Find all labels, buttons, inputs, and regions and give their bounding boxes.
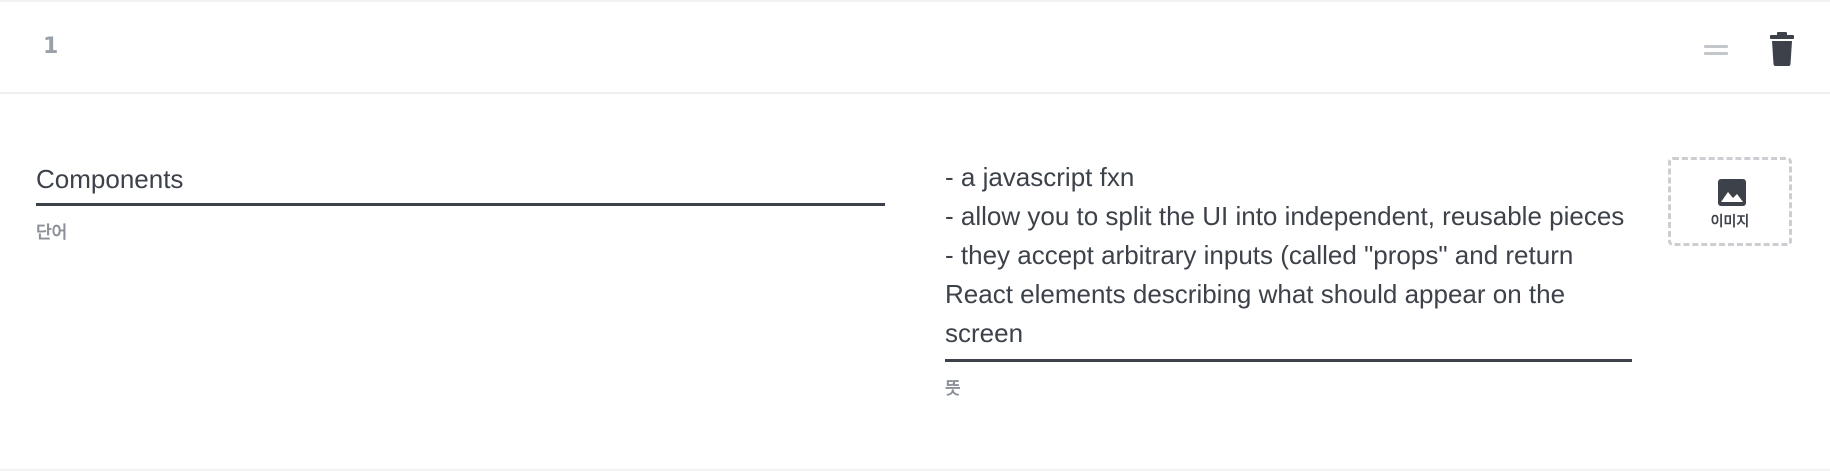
term-input[interactable]: Components xyxy=(36,160,885,199)
definition-field[interactable]: - a javascript fxn - allow you to split … xyxy=(945,158,1632,399)
term-field[interactable]: Components 단어 xyxy=(36,160,885,243)
trash-icon xyxy=(1770,32,1794,66)
card-header: 1 xyxy=(0,2,1830,94)
drag-handle-icon[interactable] xyxy=(1702,38,1730,62)
image-icon xyxy=(1718,179,1746,206)
definition-underline xyxy=(945,359,1632,362)
term-underline xyxy=(36,203,885,206)
definition-label: 뜻 xyxy=(945,379,961,399)
delete-card-button[interactable] xyxy=(1768,32,1796,66)
flashcard-editor-card: 1 Components 단어 - a javascript fxn - all… xyxy=(0,0,1830,471)
card-index-number: 1 xyxy=(43,34,59,59)
term-label: 단어 xyxy=(36,223,68,243)
add-image-button[interactable]: 이미지 xyxy=(1668,157,1792,246)
add-image-label: 이미지 xyxy=(1710,214,1750,230)
definition-input[interactable]: - a javascript fxn - allow you to split … xyxy=(945,158,1632,353)
